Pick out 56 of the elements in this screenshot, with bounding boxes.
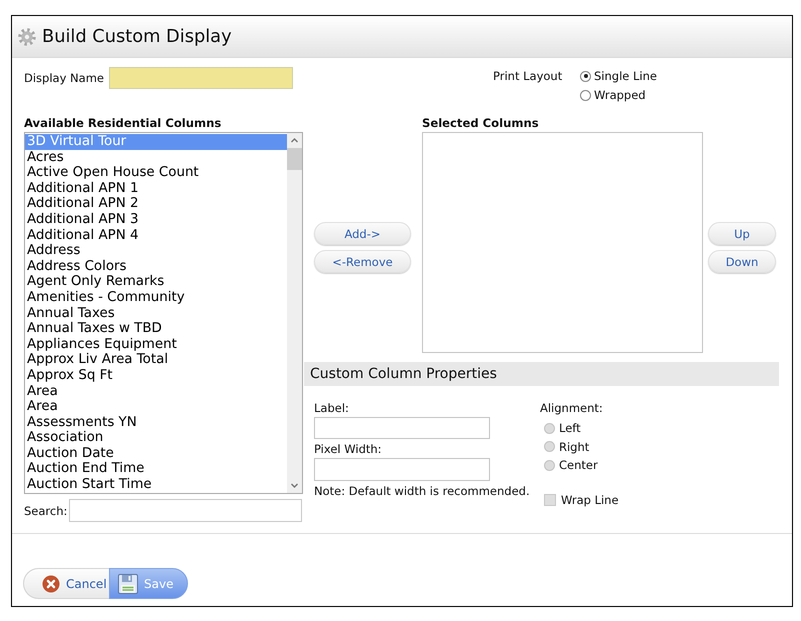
- list-item[interactable]: Auction Start Time: [25, 477, 287, 493]
- transfer-button[interactable]: <-Remove: [314, 250, 411, 273]
- list-item[interactable]: Additional APN 1: [25, 180, 287, 196]
- label-field-label: Label:: [314, 401, 349, 415]
- display-name-label: Display Name: [24, 71, 104, 85]
- list-heading: Selected Columns: [422, 116, 540, 132]
- list-heading: Available Residential Columns: [24, 116, 222, 132]
- transfer-button[interactable]: Add->: [314, 222, 411, 245]
- scrollbar[interactable]: [287, 133, 302, 493]
- list-item[interactable]: Additional APN 2: [25, 196, 287, 212]
- alignment-label: Alignment:: [540, 401, 603, 415]
- available-columns-list[interactable]: [24, 132, 303, 494]
- order-button[interactable]: Down: [708, 250, 776, 273]
- radio-label: Single Line: [594, 69, 657, 83]
- search-field[interactable]: [69, 499, 302, 522]
- display-name-field[interactable]: [108, 67, 293, 89]
- list-item[interactable]: Amenities - Community: [25, 290, 287, 306]
- radio-button[interactable]: [580, 70, 591, 82]
- list-item[interactable]: Approx Sq Ft: [25, 368, 287, 384]
- list-item[interactable]: Assessments YN: [25, 414, 287, 430]
- selected-columns-list[interactable]: [422, 132, 703, 353]
- list-item[interactable]: Acres: [25, 150, 287, 166]
- print-layout-label: Print Layout: [493, 69, 564, 83]
- checkbox-label: Wrap Line: [561, 492, 619, 506]
- window-title: Build Custom Display: [42, 26, 232, 47]
- list-item[interactable]: Association: [25, 430, 287, 446]
- search-label: Search:: [24, 504, 68, 518]
- radio-button[interactable]: [580, 90, 591, 100]
- list-item[interactable]: Agent Only Remarks: [25, 274, 287, 290]
- list-item[interactable]: Annual Taxes w TBD: [25, 321, 287, 337]
- list-item[interactable]: Approx Liv Area Total: [25, 352, 287, 368]
- note-text: Note: Default width is recommended.: [314, 484, 530, 498]
- list-item[interactable]: Area: [25, 399, 287, 415]
- pixel-width-label: Pixel Width:: [314, 442, 382, 456]
- section-header: Custom Column Properties: [304, 362, 779, 386]
- pixel-width-field[interactable]: [314, 458, 490, 481]
- list-item[interactable]: Active Open House Count: [25, 165, 287, 181]
- radio-label: Right: [559, 440, 590, 454]
- close-icon: [42, 574, 60, 592]
- list-item[interactable]: Appliances Equipment: [25, 336, 287, 352]
- list-item[interactable]: Address Colors: [25, 258, 287, 274]
- list-item[interactable]: Additional APN 4: [25, 228, 287, 244]
- list-item[interactable]: Annual Taxes: [25, 306, 287, 322]
- radio-label: Wrapped: [594, 88, 646, 102]
- radio-label: Center: [559, 458, 598, 472]
- cancel-button[interactable]: Cancel: [23, 568, 109, 599]
- order-button[interactable]: Up: [708, 222, 776, 245]
- list-item[interactable]: Area: [25, 384, 287, 400]
- list-item[interactable]: Additional APN 3: [25, 212, 287, 228]
- radio-label: Left: [559, 421, 581, 436]
- list-item[interactable]: Address: [25, 243, 287, 259]
- list-item[interactable]: Auction Date: [25, 446, 287, 462]
- gear-icon: [18, 28, 36, 46]
- list-item[interactable]: Auction End Time: [25, 461, 287, 478]
- scrollbar-thumb[interactable]: [287, 148, 302, 170]
- label-field[interactable]: [314, 417, 490, 439]
